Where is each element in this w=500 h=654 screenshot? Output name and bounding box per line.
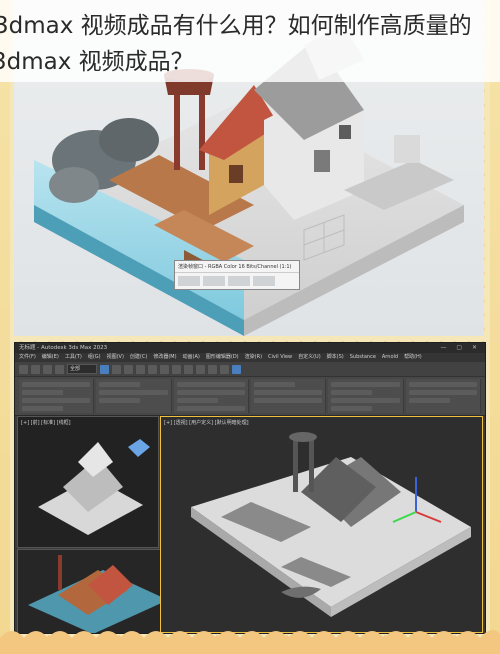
article-title-line-2: 3dmax 视频成品？ — [0, 49, 194, 75]
menu-bar: 文件(F) 编辑(E) 工具(T) 组(G) 视图(V) 创建(C) 修改器(M) 动画(A)… — [15, 353, 485, 362]
viewport-front-model — [38, 439, 150, 535]
snap-icon[interactable] — [172, 364, 181, 374]
viewport-label: [+] [透视] [用户定义] [默认明暗处理] — [164, 420, 249, 426]
dialog-thumbnails — [175, 273, 299, 289]
render-icon[interactable] — [232, 364, 241, 374]
ribbon-panel — [15, 376, 485, 416]
left-frame-border — [0, 0, 10, 654]
thumbnail[interactable] — [253, 276, 275, 286]
unlink-icon[interactable] — [55, 364, 64, 374]
viewport-perspective[interactable]: [+] [透视] [用户定义] [默认明暗处理] — [160, 416, 483, 633]
menu-item[interactable]: Civil View — [268, 354, 292, 360]
align-icon[interactable] — [196, 364, 205, 374]
thumbnail[interactable] — [203, 276, 225, 286]
menu-item[interactable]: 编辑(E) — [42, 354, 59, 360]
viewport-label: [+] [前] [标准] [线框] — [21, 420, 71, 426]
ribbon-group[interactable] — [173, 379, 249, 413]
menu-item[interactable]: 文件(F) — [19, 354, 36, 360]
rect-selection-icon[interactable] — [124, 364, 133, 374]
viewport-front[interactable]: [+] [前] [标准] [线框] — [17, 416, 159, 548]
ribbon-group[interactable] — [250, 379, 327, 413]
render-setup-icon[interactable] — [220, 364, 229, 374]
menu-item[interactable]: Substance — [350, 354, 376, 360]
viewport-render-preview-model — [28, 555, 168, 633]
viewport-render-preview[interactable] — [17, 549, 179, 633]
window-titlebar: 无标题 - Autodesk 3ds Max 2023 — ▢ ✕ — [15, 343, 485, 353]
mirror-icon[interactable] — [184, 364, 193, 374]
3dsmax-window: 无标题 - Autodesk 3ds Max 2023 — ▢ ✕ 文件(F) 编… — [14, 342, 486, 634]
viewports-area: [+] [前] [标准] [线框] [+] [透视] [用户定义] [默认明暗处… — [15, 416, 485, 633]
menu-item[interactable]: 自定义(U) — [298, 354, 321, 360]
ribbon-group[interactable] — [19, 379, 95, 413]
redo-icon[interactable] — [31, 364, 40, 374]
window-title: 无标题 - Autodesk 3ds Max 2023 — [19, 345, 108, 351]
move-icon[interactable] — [136, 364, 145, 374]
right-frame-border — [490, 0, 500, 654]
main-toolbar: 全部 — [15, 362, 485, 376]
select-by-name-icon[interactable] — [112, 364, 121, 374]
scale-icon[interactable] — [160, 364, 169, 374]
thumbnail[interactable] — [178, 276, 200, 286]
menu-item[interactable]: 视图(V) — [107, 354, 124, 360]
menu-item[interactable]: Arnold — [382, 354, 398, 360]
menu-item[interactable]: 工具(T) — [65, 354, 82, 360]
menu-item[interactable]: 渲染(R) — [245, 354, 262, 360]
menu-item[interactable]: 创建(C) — [130, 354, 147, 360]
thumbnail[interactable] — [228, 276, 250, 286]
menu-item[interactable]: 动画(A) — [183, 354, 200, 360]
menu-item[interactable]: 图形编辑器(D) — [206, 354, 239, 360]
undo-icon[interactable] — [19, 364, 28, 374]
link-icon[interactable] — [43, 364, 52, 374]
material-editor-icon[interactable] — [208, 364, 217, 374]
menu-item[interactable]: 组(G) — [88, 354, 101, 360]
selection-filter-dropdown[interactable]: 全部 — [67, 364, 97, 374]
window-controls[interactable]: — ▢ ✕ — [440, 343, 481, 353]
ribbon-group[interactable] — [328, 379, 404, 413]
rotate-icon[interactable] — [148, 364, 157, 374]
article-title-line-1: 3dmax 视频成品有什么用？如何制作高质量的 — [0, 13, 472, 39]
scallop-border — [0, 629, 500, 654]
title-banner: 3dmax 视频成品有什么用？如何制作高质量的 3dmax 视频成品？ — [0, 0, 500, 82]
select-object-icon[interactable] — [100, 364, 109, 374]
dialog-title: 渲染帧窗口 - RGBA Color 16 Bits/Channel (1:1) — [175, 261, 299, 273]
ribbon-group[interactable] — [96, 379, 172, 413]
viewport-perspective-model — [191, 432, 471, 617]
ribbon-group[interactable] — [405, 379, 481, 413]
menu-item[interactable]: 修改器(M) — [153, 354, 176, 360]
render-frame-dialog[interactable]: 渲染帧窗口 - RGBA Color 16 Bits/Channel (1:1) — [174, 260, 300, 290]
menu-item[interactable]: 脚本(S) — [327, 354, 344, 360]
menu-item[interactable]: 帮助(H) — [404, 354, 422, 360]
